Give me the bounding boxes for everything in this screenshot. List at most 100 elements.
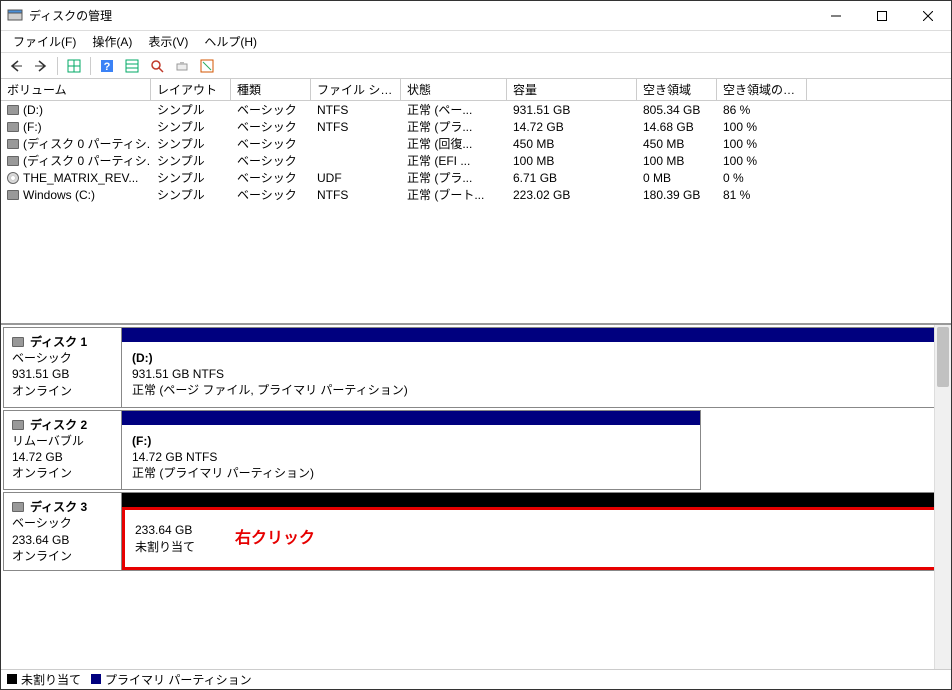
partition-stripe-unallocated [122,493,948,507]
cell-type: ベーシック [231,135,311,152]
cell-pct: 86 % [717,103,807,117]
col-status[interactable]: 状態 [401,79,507,100]
disk-label-1[interactable]: ディスク 1 ベーシック 931.51 GB オンライン [3,327,121,408]
col-volume[interactable]: ボリューム [1,79,151,100]
legend-primary: プライマリ パーティション [91,671,252,688]
cell-volume: (D:) [1,103,151,117]
menubar: ファイル(F) 操作(A) 表示(V) ヘルプ(H) [1,31,951,53]
col-type[interactable]: 種類 [231,79,311,100]
cell-fs: UDF [311,171,401,185]
cell-free: 14.68 GB [637,120,717,134]
disk-graphic-2-empty [701,410,949,491]
partition-body-unallocated[interactable]: 233.64 GB 未割り当て 右クリック [122,507,948,570]
cell-volume: (ディスク 0 パーティシ... [1,135,151,152]
table-row[interactable]: (D:)シンプルベーシックNTFS正常 (ペー...931.51 GB805.3… [1,101,951,118]
disk-graphic-2[interactable]: (F:) 14.72 GB NTFS 正常 (プライマリ パーティション) [121,410,701,491]
cell-size: 931.51 GB [507,103,637,117]
cell-size: 223.02 GB [507,188,637,202]
window-title: ディスクの管理 [29,7,813,24]
view-list-icon[interactable] [63,55,85,77]
disk-label-2[interactable]: ディスク 2 リムーバブル 14.72 GB オンライン [3,410,121,491]
cell-status: 正常 (ペー... [401,101,507,118]
action-icon[interactable] [171,55,193,77]
volume-list: ボリューム レイアウト 種類 ファイル システム 状態 容量 空き領域 空き領域… [1,79,951,325]
toolbar: ? [1,53,951,79]
partition-body[interactable]: (D:) 931.51 GB NTFS 正常 (ページ ファイル, プライマリ … [122,342,948,407]
drive-icon [7,139,19,149]
cell-pct: 0 % [717,171,807,185]
cell-type: ベーシック [231,118,311,135]
disk-graphic-1[interactable]: (D:) 931.51 GB NTFS 正常 (ページ ファイル, プライマリ … [121,327,949,408]
window-controls [813,1,951,31]
menu-action[interactable]: 操作(A) [84,31,140,52]
table-row[interactable]: THE_MATRIX_REV...シンプルベーシックUDF正常 (プラ...6.… [1,169,951,186]
cell-layout: シンプル [151,169,231,186]
vertical-scrollbar[interactable] [934,325,951,669]
cell-size: 14.72 GB [507,120,637,134]
partition-title: (F:) [132,434,151,448]
minimize-button[interactable] [813,1,859,31]
annotation-right-click: 右クリック [235,528,315,550]
close-button[interactable] [905,1,951,31]
cell-layout: シンプル [151,186,231,203]
cell-volume: Windows (C:) [1,188,151,202]
toolbar-separator [57,57,58,75]
cell-layout: シンプル [151,152,231,169]
drive-icon [7,122,19,132]
rescan-icon[interactable] [146,55,168,77]
disk-icon [12,420,24,430]
col-filesystem[interactable]: ファイル システム [311,79,401,100]
properties-icon[interactable] [196,55,218,77]
help-icon[interactable]: ? [96,55,118,77]
cell-type: ベーシック [231,152,311,169]
disk-icon [12,337,24,347]
cell-free: 0 MB [637,171,717,185]
cell-pct: 100 % [717,137,807,151]
disk-icon [12,502,24,512]
cell-fs: NTFS [311,120,401,134]
cell-size: 6.71 GB [507,171,637,185]
forward-button[interactable] [30,55,52,77]
legend: 未割り当て プライマリ パーティション [1,669,951,689]
back-button[interactable] [5,55,27,77]
menu-help[interactable]: ヘルプ(H) [196,31,265,52]
cell-volume: (ディスク 0 パーティシ... [1,152,151,169]
cell-pct: 100 % [717,154,807,168]
scrollbar-thumb[interactable] [937,327,949,387]
view-detail-icon[interactable] [121,55,143,77]
disk-graphic-3[interactable]: 233.64 GB 未割り当て 右クリック [121,492,949,571]
cell-layout: シンプル [151,118,231,135]
table-row[interactable]: Windows (C:)シンプルベーシックNTFS正常 (ブート...223.0… [1,186,951,203]
disk-status: オンライン [12,383,113,399]
cell-volume: THE_MATRIX_REV... [1,171,151,185]
list-header: ボリューム レイアウト 種類 ファイル システム 状態 容量 空き領域 空き領域… [1,79,951,101]
cell-free: 805.34 GB [637,103,717,117]
table-row[interactable]: (F:)シンプルベーシックNTFS正常 (プラ...14.72 GB14.68 … [1,118,951,135]
cell-free: 450 MB [637,137,717,151]
menu-view[interactable]: 表示(V) [140,31,196,52]
partition-body[interactable]: (F:) 14.72 GB NTFS 正常 (プライマリ パーティション) [122,425,700,490]
col-freepct[interactable]: 空き領域の割... [717,79,807,100]
menu-file[interactable]: ファイル(F) [5,31,84,52]
cell-free: 100 MB [637,154,717,168]
cell-pct: 100 % [717,120,807,134]
partition-title: (D:) [132,351,153,365]
col-capacity[interactable]: 容量 [507,79,637,100]
disk-graphic-area: ディスク 1 ベーシック 931.51 GB オンライン (D:) 931.51… [1,325,951,669]
disk-label-3[interactable]: ディスク 3 ベーシック 233.64 GB オンライン [3,492,121,571]
table-row[interactable]: (ディスク 0 パーティシ...シンプルベーシック正常 (EFI ...100 … [1,152,951,169]
drive-icon [7,105,19,115]
col-layout[interactable]: レイアウト [151,79,231,100]
col-free[interactable]: 空き領域 [637,79,717,100]
partition-state: 正常 (ページ ファイル, プライマリ パーティション) [132,382,938,398]
drive-icon [7,156,19,166]
disk-type: リムーバブル [12,433,113,449]
table-row[interactable]: (ディスク 0 パーティシ...シンプルベーシック正常 (回復...450 MB… [1,135,951,152]
list-body[interactable]: (D:)シンプルベーシックNTFS正常 (ペー...931.51 GB805.3… [1,101,951,323]
disk-row-1: ディスク 1 ベーシック 931.51 GB オンライン (D:) 931.51… [3,327,949,408]
maximize-button[interactable] [859,1,905,31]
partition-stripe [122,411,700,425]
cell-fs: NTFS [311,188,401,202]
cell-pct: 81 % [717,188,807,202]
partition-state: 未割り当て [135,539,195,555]
